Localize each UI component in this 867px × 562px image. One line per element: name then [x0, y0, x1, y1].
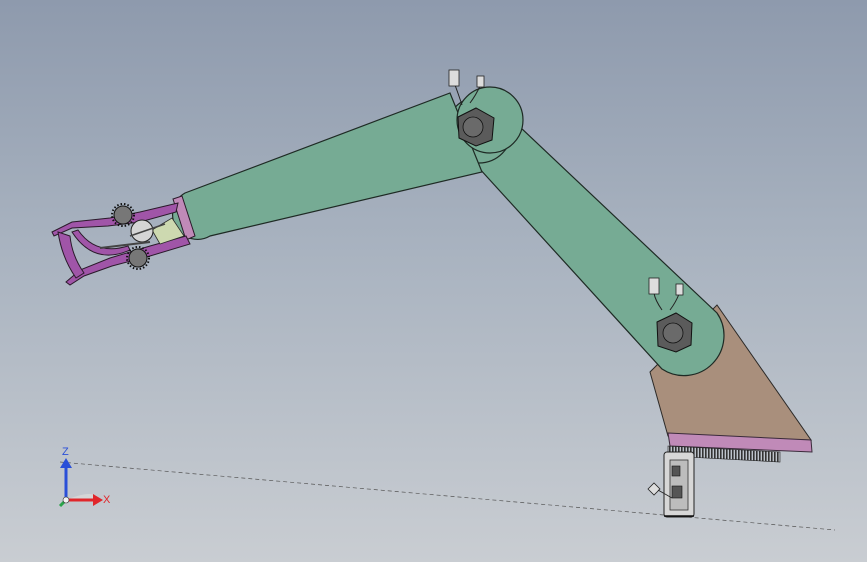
axis-z-label: Z — [62, 446, 69, 458]
ground-reference-line — [59, 461, 836, 531]
base-motor[interactable] — [647, 451, 695, 518]
upper-arm-link[interactable] — [172, 86, 524, 240]
robot-arm-scene[interactable]: Z X — [0, 0, 867, 562]
axis-x-label: X — [103, 494, 111, 506]
cad-graphics-viewport[interactable]: Z X — [0, 0, 867, 562]
gripper[interactable] — [51, 195, 196, 286]
